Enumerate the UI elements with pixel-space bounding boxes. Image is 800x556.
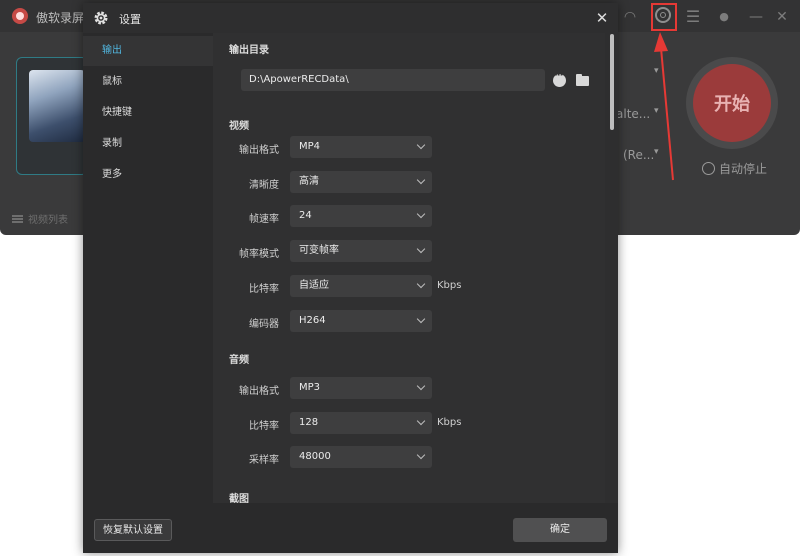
- record-mode-card[interactable]: [16, 57, 88, 175]
- encoder-select[interactable]: H264: [290, 310, 432, 332]
- video-format-value: MP4: [299, 141, 321, 152]
- settings-dialog: 设置 ✕ 输出 鼠标 快捷键 录制 更多 输出目录 D:\ApowerRECDa…: [83, 3, 618, 553]
- video-format-label: 输出格式: [239, 145, 279, 156]
- dialog-header: 设置 ✕: [83, 3, 618, 33]
- frame-rate-select[interactable]: 24: [290, 205, 432, 227]
- reset-defaults-button[interactable]: 恢复默认设置: [94, 519, 172, 541]
- encoder-label: 编码器: [249, 319, 279, 330]
- quality-select[interactable]: 高清: [290, 171, 432, 193]
- autostop-option[interactable]: 自动停止: [702, 160, 767, 177]
- folder-icon[interactable]: [576, 74, 589, 86]
- list-icon: [12, 214, 23, 223]
- quality-value: 高清: [299, 176, 319, 187]
- close-app-icon[interactable]: ✕: [772, 7, 792, 27]
- frame-rate-mode-value: 可变帧率: [299, 245, 339, 256]
- frame-rate-value: 24: [299, 210, 312, 221]
- frame-rate-mode-select[interactable]: 可变帧率: [290, 240, 432, 262]
- audio-format-value: MP3: [299, 382, 321, 393]
- audio-bitrate-value: 128: [299, 417, 319, 428]
- gear-icon: [94, 11, 108, 25]
- autostop-radio[interactable]: [702, 162, 715, 175]
- autostop-label: 自动停止: [719, 162, 768, 176]
- screenshot-section-title: 截图: [229, 494, 249, 503]
- menu-icon[interactable]: ☰: [683, 7, 703, 27]
- video-format-select[interactable]: MP4: [290, 136, 432, 158]
- video-list-label: 视频列表: [28, 215, 68, 226]
- audio-format-select[interactable]: MP3: [290, 377, 432, 399]
- sidebar-item-mouse[interactable]: 鼠标: [83, 67, 213, 97]
- video-list-toggle[interactable]: 视频列表: [12, 211, 68, 226]
- frame-rate-label: 帧速率: [249, 214, 279, 225]
- settings-content: 输出目录 D:\ApowerRECData\ 视频 输出格式 MP4 清晰度 高…: [213, 33, 605, 503]
- encoder-value: H264: [299, 315, 326, 326]
- close-icon[interactable]: ✕: [593, 9, 611, 27]
- video-bitrate-label: 比特率: [249, 284, 279, 295]
- quality-label: 清晰度: [249, 180, 279, 191]
- sidebar-item-output[interactable]: 输出: [83, 36, 213, 66]
- content-scrollbar[interactable]: [610, 34, 614, 130]
- video-section-title: 视频: [229, 121, 249, 132]
- sidebar-item-more[interactable]: 更多: [83, 160, 213, 190]
- sample-rate-value: 48000: [299, 451, 331, 462]
- ok-button[interactable]: 确定: [513, 518, 607, 542]
- chevron-down-icon: [416, 279, 426, 289]
- headset-icon[interactable]: ◠: [620, 7, 640, 27]
- app-title: 傲软录屏: [36, 11, 85, 25]
- user-icon[interactable]: ●: [714, 7, 734, 27]
- audio-section-title: 音频: [229, 355, 249, 366]
- start-button[interactable]: 开始: [693, 64, 771, 142]
- video-bitrate-unit: Kbps: [437, 280, 462, 291]
- settings-highlight-box: [651, 3, 677, 31]
- sidebar-item-hotkeys[interactable]: 快捷键: [83, 98, 213, 128]
- more-options-icon[interactable]: [553, 70, 566, 87]
- chevron-down-icon: [416, 314, 426, 324]
- app-logo-icon: [12, 8, 28, 24]
- chevron-down-icon: [416, 175, 426, 185]
- video-bitrate-select[interactable]: 自适应: [290, 275, 432, 297]
- annotation-arrow: [654, 32, 674, 181]
- chevron-down-icon: [416, 416, 426, 426]
- output-path-field[interactable]: D:\ApowerRECData\: [241, 69, 545, 91]
- chevron-down-icon: [416, 140, 426, 150]
- record-mode-thumbnail: [29, 70, 85, 142]
- chevron-down-icon: [416, 381, 426, 391]
- audio-bitrate-unit: Kbps: [437, 417, 462, 428]
- settings-sidebar: 输出 鼠标 快捷键 录制 更多: [83, 33, 213, 503]
- video-bitrate-value: 自适应: [299, 280, 329, 291]
- dialog-title: 设置: [119, 13, 141, 26]
- audio-bitrate-label: 比特率: [249, 421, 279, 432]
- sidebar-item-record[interactable]: 录制: [83, 129, 213, 159]
- chevron-down-icon: [416, 244, 426, 254]
- minimize-icon[interactable]: —: [746, 7, 766, 27]
- chevron-down-icon: [416, 450, 426, 460]
- output-dir-section-title: 输出目录: [229, 45, 269, 56]
- chevron-down-icon: [416, 209, 426, 219]
- audio-format-label: 输出格式: [239, 386, 279, 397]
- audio-bitrate-select[interactable]: 128: [290, 412, 432, 434]
- sample-rate-select[interactable]: 48000: [290, 446, 432, 468]
- sample-rate-label: 采样率: [249, 455, 279, 466]
- dialog-footer: 恢复默认设置 确定: [83, 503, 618, 553]
- frame-rate-mode-label: 帧率模式: [239, 249, 279, 260]
